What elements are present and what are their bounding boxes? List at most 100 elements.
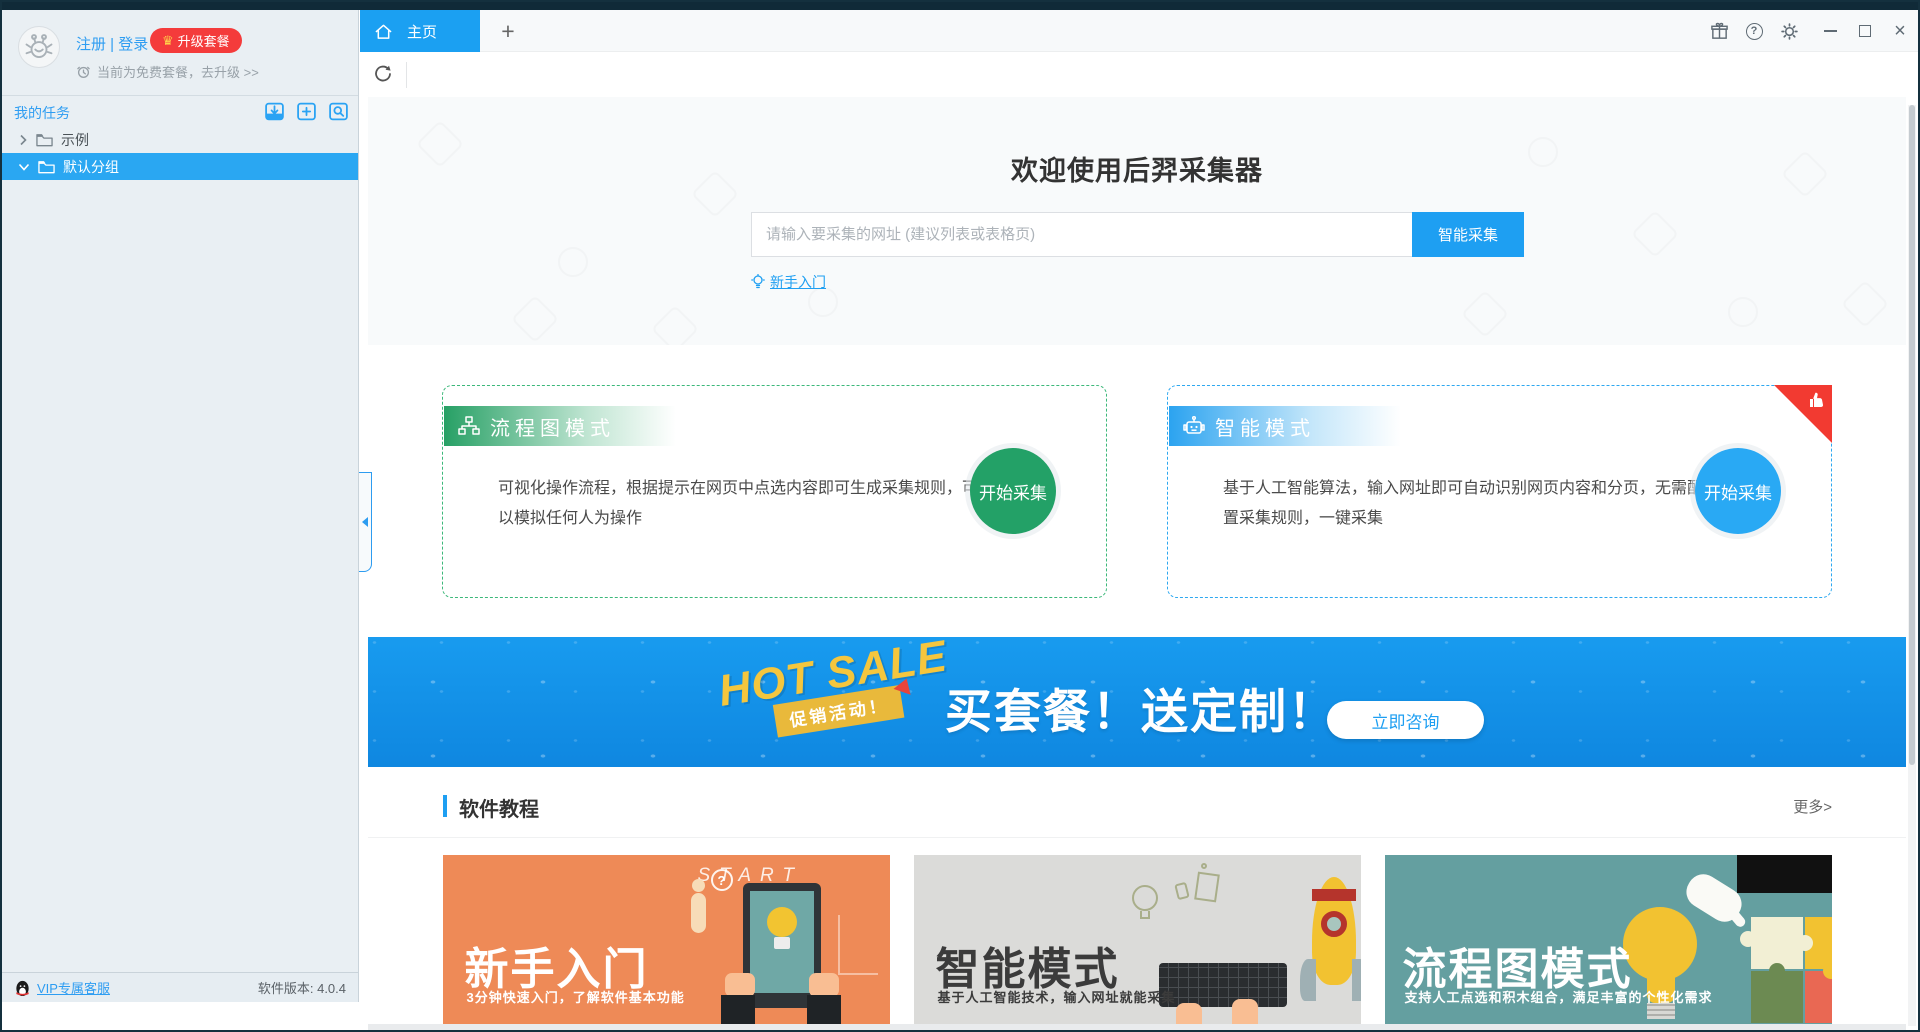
- beginner-guide-link[interactable]: 新手入门: [770, 272, 826, 292]
- sidebar-collapse-handle[interactable]: [359, 472, 372, 572]
- help-icon[interactable]: ?: [1744, 21, 1764, 41]
- tutorial-card-flowchart[interactable]: 流程图模式 支持人工点选和积木组合，满足丰富的个性化需求: [1384, 855, 1832, 1030]
- tutorials-header: 软件教程 更多>: [368, 790, 1906, 830]
- sidebar-item-label: 示例: [61, 131, 89, 148]
- doodle-shape: [650, 304, 700, 345]
- left-hand: [724, 973, 755, 997]
- promo-banner[interactable]: HOT SALE 促销活动！ 买套餐！送定制！ 立即咨询: [368, 637, 1906, 767]
- bulb-base: [773, 937, 790, 949]
- window-controls: ? ×: [1709, 10, 1910, 52]
- tab-home-label: 主页: [407, 23, 438, 41]
- minimize-button[interactable]: [1820, 21, 1840, 41]
- flowchart-mode-header: 流程图模式: [444, 406, 676, 446]
- gift-icon[interactable]: [1709, 21, 1729, 41]
- my-tasks-label: 我的任务: [14, 105, 70, 121]
- maximize-glyph: [1859, 25, 1871, 37]
- beginner-guide-row: 新手入门: [751, 272, 826, 292]
- version-label: 软件版本: 4.0.4: [257, 981, 346, 996]
- qq-icon: [16, 980, 29, 996]
- robot-doodle: [1193, 871, 1220, 903]
- sidebar-item-default-group[interactable]: 默认分组: [2, 153, 358, 180]
- sidebar-footer: VIP专属客服 软件版本: 4.0.4: [2, 972, 358, 1002]
- crown-icon: ♛: [162, 32, 174, 48]
- crab-icon: [25, 34, 53, 58]
- start-collect-button-flowchart[interactable]: 开始采集: [970, 448, 1056, 534]
- flowchart-icon: [458, 416, 480, 435]
- main-area: 主页 + ? × 欢迎使用后羿采集器 请输入要采集的网址 (建议列表或表格页) …: [360, 10, 1918, 1030]
- mode-description: 基于人工智能算法，输入网址即可自动识别网页内容和分页，无需配置采集规则，一键采集: [1223, 480, 1704, 527]
- puzzle-nub: [1739, 931, 1756, 947]
- upgrade-plan-button[interactable]: ♛ 升级套餐: [150, 28, 242, 53]
- home-icon: [375, 24, 392, 39]
- robot-doodle-arm: [1173, 881, 1190, 901]
- doodle-shape: [1630, 209, 1680, 259]
- search-task-icon[interactable]: [328, 101, 349, 122]
- tutorial-card-smart[interactable]: 智能模式 基于人工智能技术，输入网址就能采集: [913, 855, 1361, 1030]
- url-input[interactable]: [751, 212, 1412, 257]
- register-login-link[interactable]: 注册 | 登录: [76, 33, 148, 54]
- minimize-glyph: [1823, 30, 1837, 32]
- doodle-shape: [510, 294, 560, 344]
- alarm-clock-icon: [77, 66, 90, 78]
- bulb-on-screen: [766, 907, 797, 937]
- tutorial-subtitle: 基于人工智能技术，输入网址就能采集: [937, 990, 1176, 1005]
- horizontal-scroll-track[interactable]: [368, 1024, 1906, 1030]
- toolbar-divider: [406, 62, 407, 88]
- new-tab-button[interactable]: +: [494, 17, 522, 45]
- rocket-window: [1320, 911, 1347, 937]
- bulb-doodle-base: [1139, 911, 1150, 919]
- tab-bar: 主页 + ? ×: [360, 10, 1918, 52]
- puzzle-piece-cream: [1750, 917, 1803, 969]
- vertical-scrollbar[interactable]: [1908, 105, 1916, 1026]
- tab-home[interactable]: 主页: [360, 10, 480, 52]
- person-figure: [690, 893, 706, 933]
- rocket-fin-right: [1351, 959, 1361, 1001]
- window-top-edge: [2, 2, 1918, 10]
- bulb-doodle: [1131, 885, 1158, 911]
- close-button[interactable]: ×: [1890, 21, 1910, 41]
- hero-section: 欢迎使用后羿采集器 智能采集 新手入门: [368, 97, 1906, 345]
- maximize-button[interactable]: [1855, 21, 1875, 41]
- avatar[interactable]: [18, 26, 60, 68]
- doodle-shape: [1840, 279, 1890, 329]
- sidebar-item-label: 默认分组: [63, 158, 119, 175]
- upgrade-plan-label: 升级套餐: [177, 34, 230, 49]
- doodle-shape: [558, 247, 588, 277]
- my-tasks-header: 我的任务: [2, 96, 358, 126]
- right-hand: [808, 973, 839, 997]
- page-title: 欢迎使用后羿采集器: [1011, 156, 1263, 186]
- puzzle-nub: [1796, 935, 1813, 951]
- tutorial-card-beginner[interactable]: START ? 新手入门 3分钟快速入门，了解软件基本功能: [442, 855, 890, 1030]
- rocket-fin-left: [1299, 959, 1316, 1001]
- refresh-icon[interactable]: [372, 63, 396, 87]
- task-actions: [264, 101, 349, 122]
- chevron-right-icon: [20, 134, 27, 145]
- vip-support-link[interactable]: VIP专属客服: [37, 978, 110, 997]
- tutorial-subtitle: 3分钟快速入门，了解软件基本功能: [466, 990, 685, 1005]
- import-task-icon[interactable]: [264, 101, 285, 122]
- puzzle-piece-red: [1804, 971, 1832, 1023]
- thumbs-up-icon: [1810, 392, 1824, 407]
- browser-toolbar: [360, 52, 1918, 97]
- smart-collect-button[interactable]: 智能采集: [1412, 212, 1524, 257]
- plan-notice[interactable]: 当前为免费套餐，去升级 >>: [76, 62, 259, 81]
- tutorial-subtitle: 支持人工点选和积木组合，满足丰富的个性化需求: [1404, 990, 1713, 1005]
- new-task-icon[interactable]: [296, 101, 317, 122]
- smart-mode-card: 智能模式 基于人工智能算法，输入网址即可自动识别网页内容和分页，无需配置采集规则…: [1167, 385, 1832, 598]
- sidebar-item-examples[interactable]: 示例: [2, 126, 358, 153]
- more-tutorials-link[interactable]: 更多>: [1793, 796, 1832, 817]
- robot-icon: [1183, 415, 1205, 434]
- consult-now-button[interactable]: 立即咨询: [1327, 701, 1484, 739]
- settings-gear-icon[interactable]: [1779, 21, 1799, 41]
- mode-cards: 流程图模式 可视化操作流程，根据提示在网页中点选内容即可生成采集规则，可以模拟任…: [368, 385, 1906, 598]
- start-collect-button-smart[interactable]: 开始采集: [1695, 448, 1781, 534]
- scrollbar-thumb[interactable]: [1909, 105, 1915, 765]
- collapse-arrow-icon: [362, 517, 368, 527]
- mode-name: 流程图模式: [490, 417, 615, 440]
- tutorial-cards: START ? 新手入门 3分钟快速入门，了解软件基本功能 智能模式 基于人工智…: [368, 855, 1906, 1030]
- mode-description: 可视化操作流程，根据提示在网页中点选内容即可生成采集规则，可以模拟任何人为操作: [498, 480, 979, 527]
- bulb-globe: [1622, 907, 1697, 981]
- question-bubble: ?: [710, 869, 733, 891]
- lightbulb-icon: [751, 274, 765, 289]
- doodle-shape: [1728, 297, 1758, 327]
